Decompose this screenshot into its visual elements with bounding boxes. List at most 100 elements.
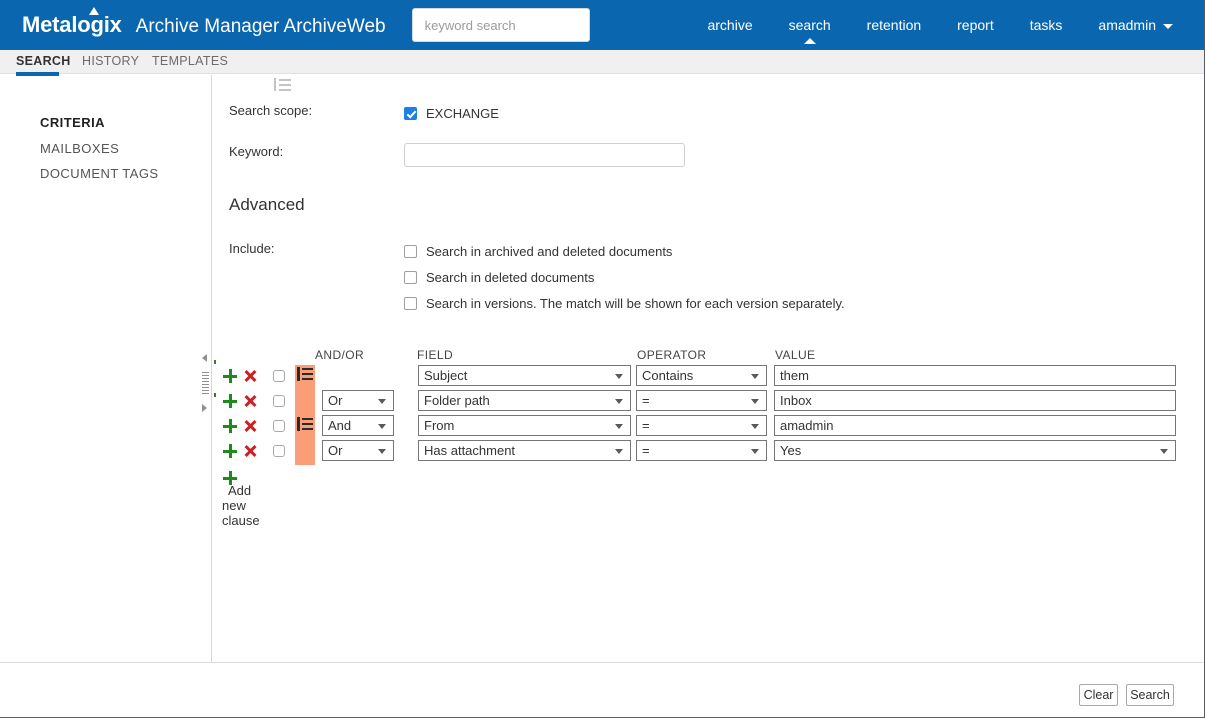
operator-select-value: = bbox=[642, 393, 650, 408]
field-select-value: Has attachment bbox=[424, 443, 516, 458]
row-select-checkbox[interactable] bbox=[273, 445, 285, 457]
logo-triangle-icon bbox=[89, 7, 99, 15]
operator-select[interactable]: = bbox=[636, 390, 767, 411]
nav-item-retention[interactable]: retention bbox=[849, 0, 939, 50]
include-archived-deleted-checkbox[interactable] bbox=[404, 245, 417, 258]
chevron-down-icon bbox=[615, 424, 623, 429]
tab-templates[interactable]: TEMPLATES bbox=[152, 50, 228, 74]
bracket-line-icon bbox=[279, 84, 291, 86]
chevron-down-icon bbox=[378, 424, 386, 429]
andor-select[interactable]: Or bbox=[322, 440, 394, 461]
operator-select[interactable]: = bbox=[636, 440, 767, 461]
bracket-line-icon bbox=[279, 79, 291, 81]
add-new-clause-label: Add new clause bbox=[222, 483, 260, 528]
brand-logo-text: Metalogix bbox=[22, 12, 122, 37]
chevron-down-icon bbox=[751, 374, 759, 379]
delete-row-icon[interactable] bbox=[242, 418, 258, 434]
advanced-heading: Advanced bbox=[229, 195, 305, 214]
value-input[interactable]: Inbox bbox=[774, 390, 1176, 411]
scope-exchange-row[interactable]: EXCHANGE bbox=[404, 106, 499, 121]
chevron-down-icon bbox=[751, 399, 759, 404]
section-tab-bar: SEARCH HISTORY TEMPLATES bbox=[0, 50, 1204, 76]
keyword-input[interactable] bbox=[404, 143, 685, 167]
delete-row-icon[interactable] bbox=[242, 443, 258, 459]
add-row-icon[interactable] bbox=[222, 443, 238, 459]
clear-button[interactable]: Clear bbox=[1079, 684, 1118, 706]
chevron-down-icon bbox=[615, 374, 623, 379]
delete-row-icon[interactable] bbox=[242, 368, 258, 384]
nav-item-report[interactable]: report bbox=[939, 0, 1012, 50]
include-versions-label: Search in versions. The match will be sh… bbox=[426, 296, 845, 311]
include-option-versions[interactable]: Search in versions. The match will be sh… bbox=[404, 296, 845, 311]
andor-select-value: Or bbox=[328, 443, 343, 458]
app-title: Archive Manager ArchiveWeb bbox=[135, 16, 386, 37]
row-select-checkbox[interactable] bbox=[273, 370, 285, 382]
add-new-clause-button[interactable]: Add new clause bbox=[222, 467, 260, 528]
value-input[interactable]: amadmin bbox=[774, 415, 1176, 436]
scope-exchange-label: EXCHANGE bbox=[426, 106, 499, 121]
include-archived-deleted-label: Search in archived and deleted documents bbox=[426, 244, 673, 259]
sidebar-item-criteria[interactable]: CRITERIA bbox=[40, 115, 105, 130]
splitter-grip-icon bbox=[202, 372, 209, 394]
field-select[interactable]: Has attachment bbox=[418, 440, 631, 461]
user-menu-label: amadmin bbox=[1098, 17, 1156, 33]
include-versions-checkbox[interactable] bbox=[404, 297, 417, 310]
sidebar-item-mailboxes[interactable]: MAILBOXES bbox=[40, 141, 119, 156]
delete-row-icon[interactable] bbox=[242, 393, 258, 409]
add-row-icon[interactable] bbox=[222, 418, 238, 434]
group-bracket-icon[interactable] bbox=[297, 417, 314, 431]
andor-select-value: And bbox=[328, 418, 352, 433]
chevron-down-icon bbox=[1163, 23, 1173, 29]
tab-history[interactable]: HISTORY bbox=[82, 50, 139, 74]
row-select-checkbox[interactable] bbox=[273, 420, 285, 432]
group-bracket-icon[interactable] bbox=[297, 367, 314, 381]
field-select-value: Folder path bbox=[424, 393, 490, 408]
nav-item-user-menu[interactable]: amadmin bbox=[1080, 0, 1191, 50]
nav-item-tasks[interactable]: tasks bbox=[1012, 0, 1081, 50]
left-sidebar: CRITERIA MAILBOXES DOCUMENT TAGS bbox=[0, 75, 212, 662]
chevron-down-icon bbox=[1160, 449, 1168, 454]
include-option-deleted[interactable]: Search in deleted documents bbox=[404, 270, 594, 285]
expand-right-arrow-icon bbox=[202, 404, 207, 412]
bracket-bar-icon bbox=[297, 417, 300, 431]
metalogix-logo: Metalogix bbox=[22, 7, 122, 38]
plus-icon bbox=[222, 470, 238, 486]
add-row-icon[interactable] bbox=[222, 393, 238, 409]
include-deleted-label: Search in deleted documents bbox=[426, 270, 595, 285]
chevron-down-icon bbox=[751, 449, 759, 454]
nav-item-archive[interactable]: archive bbox=[689, 0, 770, 50]
search-button[interactable]: Search bbox=[1126, 684, 1174, 706]
field-select[interactable]: From bbox=[418, 415, 631, 436]
include-option-archived-deleted[interactable]: Search in archived and deleted documents bbox=[404, 244, 672, 259]
field-select[interactable]: Subject bbox=[418, 365, 631, 386]
add-row-icon[interactable] bbox=[222, 368, 238, 384]
operator-select[interactable]: = bbox=[636, 415, 767, 436]
chevron-down-icon bbox=[615, 399, 623, 404]
keyword-label: Keyword: bbox=[229, 144, 284, 159]
andor-select-value: Or bbox=[328, 393, 343, 408]
brand-block: Metalogix Archive Manager ArchiveWeb bbox=[22, 7, 386, 38]
field-select[interactable]: Folder path bbox=[418, 390, 631, 411]
nav-item-search[interactable]: search bbox=[771, 0, 849, 50]
field-select-value: From bbox=[424, 418, 455, 433]
sidebar-item-document-tags[interactable]: DOCUMENT TAGS bbox=[40, 166, 159, 181]
bracket-bar-icon bbox=[274, 78, 276, 91]
operator-select[interactable]: Contains bbox=[636, 365, 767, 386]
group-column-header-icon bbox=[274, 78, 291, 91]
collapse-left-arrow-icon bbox=[202, 354, 207, 362]
value-select[interactable]: Yes bbox=[774, 440, 1176, 461]
value-input[interactable]: them bbox=[774, 365, 1176, 386]
sidebar-splitter-handle[interactable] bbox=[200, 352, 212, 414]
include-deleted-checkbox[interactable] bbox=[404, 271, 417, 284]
include-label: Include: bbox=[229, 241, 275, 256]
keyword-search-input[interactable] bbox=[411, 8, 590, 42]
andor-select[interactable]: And bbox=[322, 415, 394, 436]
row-select-checkbox[interactable] bbox=[273, 395, 285, 407]
bracket-line-icon bbox=[279, 89, 291, 91]
bracket-line-icon bbox=[302, 423, 313, 425]
bracket-line-icon bbox=[302, 368, 313, 370]
search-scope-label: Search scope: bbox=[229, 103, 313, 118]
andor-select[interactable]: Or bbox=[322, 390, 394, 411]
scope-exchange-checkbox[interactable] bbox=[404, 107, 417, 120]
tab-search[interactable]: SEARCH bbox=[16, 50, 70, 76]
